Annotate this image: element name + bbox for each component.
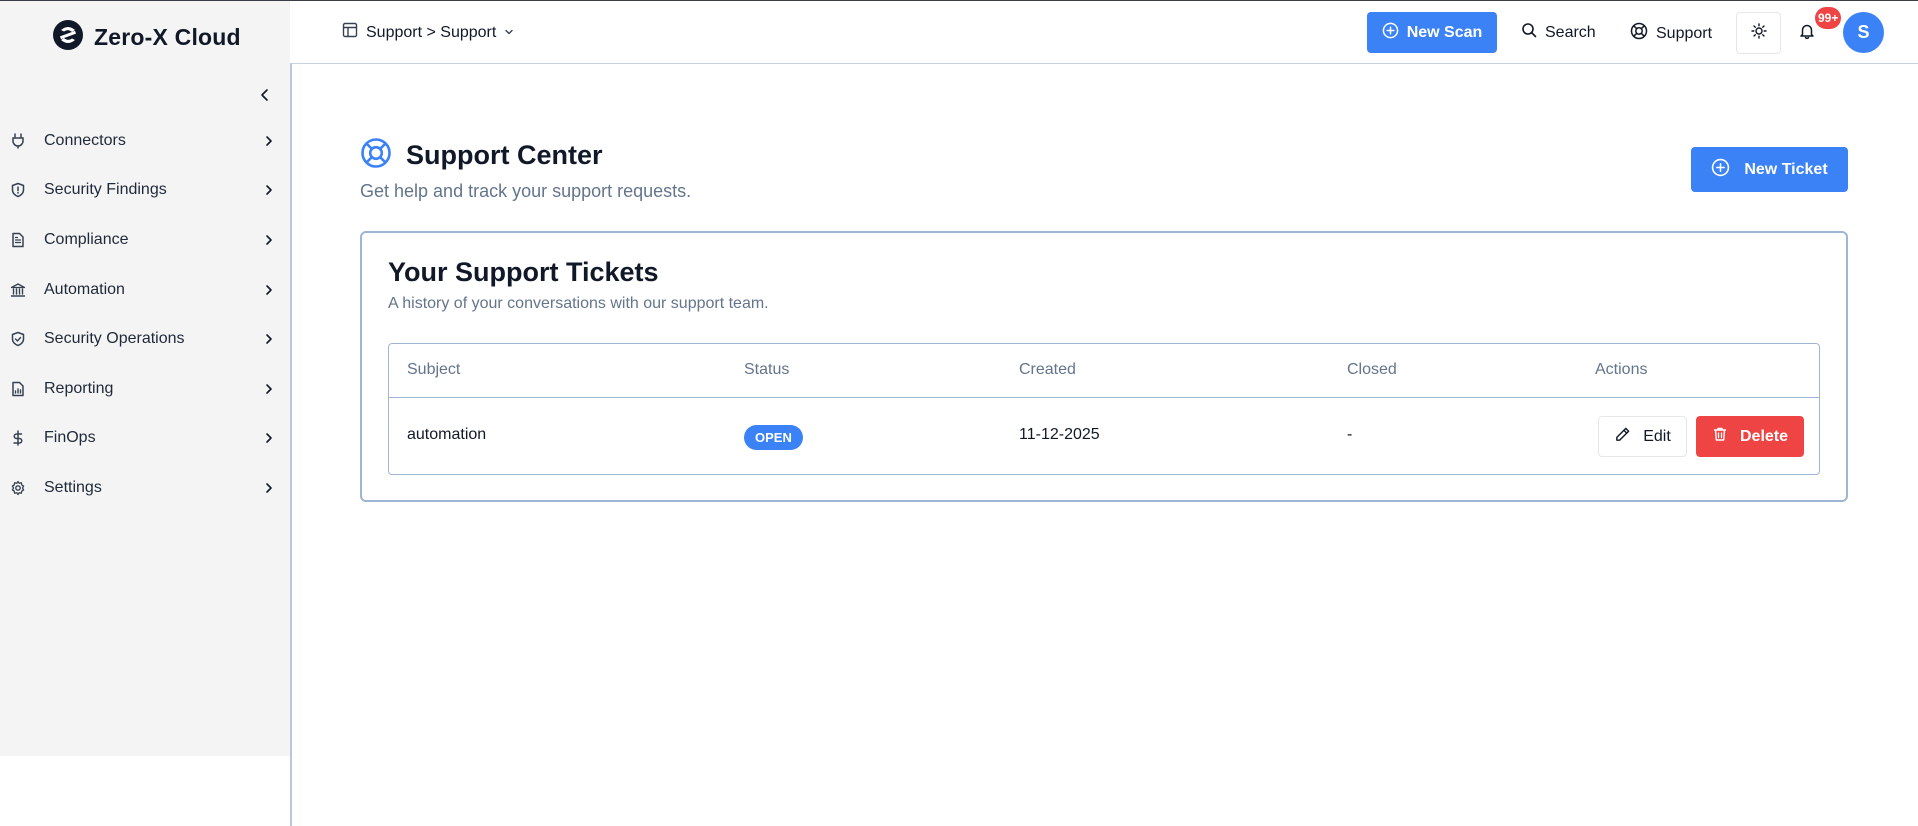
new-scan-label: New Scan: [1406, 23, 1483, 41]
breadcrumb-text: Support > Support: [366, 23, 497, 41]
card-subtitle: A history of your conversations with our…: [388, 295, 769, 312]
notification-count-badge: 99+: [1815, 7, 1842, 29]
page-subtitle: Get help and track your support requests…: [360, 181, 692, 201]
table-row[interactable]: automation OPEN 11-12-2025 - Edit Delete: [389, 398, 1819, 475]
chevron-right-icon: [262, 332, 276, 346]
brand[interactable]: Zero-X Cloud: [52, 19, 241, 56]
chevron-right-icon: [262, 481, 276, 495]
lifebuoy-icon: [360, 137, 392, 174]
document-icon: [10, 232, 26, 248]
new-scan-button[interactable]: New Scan: [1367, 12, 1497, 53]
ticket-subject[interactable]: automation: [407, 426, 486, 444]
edit-button[interactable]: Edit: [1598, 416, 1687, 457]
layout-icon: [342, 22, 358, 43]
report-icon: [10, 381, 26, 397]
theme-toggle-button[interactable]: [1736, 12, 1781, 54]
collapse-sidebar-button[interactable]: [256, 86, 274, 104]
plus-circle-icon: [1382, 22, 1399, 44]
search-icon: [1521, 22, 1537, 43]
breadcrumb[interactable]: Support > Support: [342, 22, 514, 43]
delete-button[interactable]: Delete: [1696, 416, 1804, 457]
chevron-left-icon: [261, 89, 268, 101]
sidebar-item-label: Security Operations: [44, 330, 185, 348]
chevron-right-icon: [262, 431, 276, 445]
sidebar-item-label: Reporting: [44, 379, 114, 397]
sidebar-item-security-operations[interactable]: Security Operations: [0, 314, 290, 364]
top-header: Support > Support New Scan Search Suppor…: [290, 1, 1918, 64]
sidebar-item-settings[interactable]: Settings: [0, 463, 290, 513]
ticket-closed-date: -: [1347, 426, 1353, 443]
dollar-icon: [10, 430, 26, 447]
tickets-table: Subject Status Created Closed Actions au…: [388, 343, 1820, 475]
sidebar-item-connectors[interactable]: Connectors: [0, 116, 290, 166]
sidebar-item-label: Security Findings: [44, 181, 167, 199]
avatar[interactable]: S: [1843, 12, 1884, 53]
sidebar-item-label: Automation: [44, 280, 125, 298]
column-header-status[interactable]: Status: [744, 361, 789, 379]
shield-check-icon: [10, 331, 26, 347]
column-header-actions: Actions: [1595, 361, 1648, 378]
search-label: Search: [1545, 23, 1596, 41]
sidebar-item-security-findings[interactable]: Security Findings: [0, 166, 290, 216]
plus-circle-icon: [1711, 158, 1730, 182]
pencil-icon: [1614, 426, 1631, 448]
support-tickets-card: Your Support Tickets A history of your c…: [360, 231, 1848, 502]
card-title: Your Support Tickets: [388, 257, 659, 287]
sidebar-item-label: FinOps: [44, 429, 96, 447]
sidebar-divider: [290, 63, 292, 826]
new-ticket-label: New Ticket: [1744, 160, 1828, 178]
column-header-created[interactable]: Created: [1019, 361, 1076, 379]
sidebar-item-compliance[interactable]: Compliance: [0, 215, 290, 265]
chevron-right-icon: [262, 382, 276, 396]
chevron-right-icon: [262, 283, 276, 297]
new-ticket-button[interactable]: New Ticket: [1691, 147, 1848, 192]
table-header: Subject Status Created Closed Actions: [389, 344, 1819, 398]
delete-label: Delete: [1739, 427, 1789, 445]
chevron-down-icon: [504, 24, 514, 42]
edit-label: Edit: [1643, 427, 1671, 445]
column-header-closed[interactable]: Closed: [1347, 361, 1397, 379]
support-label: Support: [1656, 24, 1713, 42]
page-heading: Support Center: [360, 137, 603, 174]
status-badge: OPEN: [744, 425, 803, 450]
gear-icon: [10, 480, 26, 496]
notifications-button[interactable]: [1795, 21, 1819, 45]
chevron-right-icon: [262, 233, 276, 247]
search-button[interactable]: Search: [1521, 22, 1596, 43]
sidebar-item-label: Compliance: [44, 230, 129, 248]
page-title: Support Center: [406, 140, 603, 170]
logo-icon: [52, 19, 84, 56]
bell-icon: [1798, 22, 1816, 45]
sidebar-nav: Connectors Security Findings Compliance …: [0, 116, 290, 513]
support-button[interactable]: Support: [1630, 22, 1712, 45]
sidebar-item-label: Connectors: [44, 131, 126, 149]
sun-icon: [1750, 22, 1767, 44]
sidebar-item-automation[interactable]: Automation: [0, 265, 290, 315]
brand-name: Zero-X Cloud: [94, 24, 241, 50]
plug-icon: [10, 133, 26, 149]
bank-icon: [10, 282, 26, 298]
sidebar: Zero-X Cloud Connectors Security Finding…: [0, 1, 290, 756]
chevron-right-icon: [262, 183, 276, 197]
trash-icon: [1712, 426, 1728, 447]
lifebuoy-icon: [1630, 22, 1648, 45]
sidebar-item-label: Settings: [44, 478, 102, 496]
shield-icon: [10, 182, 26, 198]
sidebar-item-reporting[interactable]: Reporting: [0, 364, 290, 414]
column-header-subject[interactable]: Subject: [407, 361, 460, 379]
sidebar-item-finops[interactable]: FinOps: [0, 414, 290, 464]
ticket-created-date: 11-12-2025: [1019, 426, 1100, 443]
chevron-right-icon: [262, 134, 276, 148]
